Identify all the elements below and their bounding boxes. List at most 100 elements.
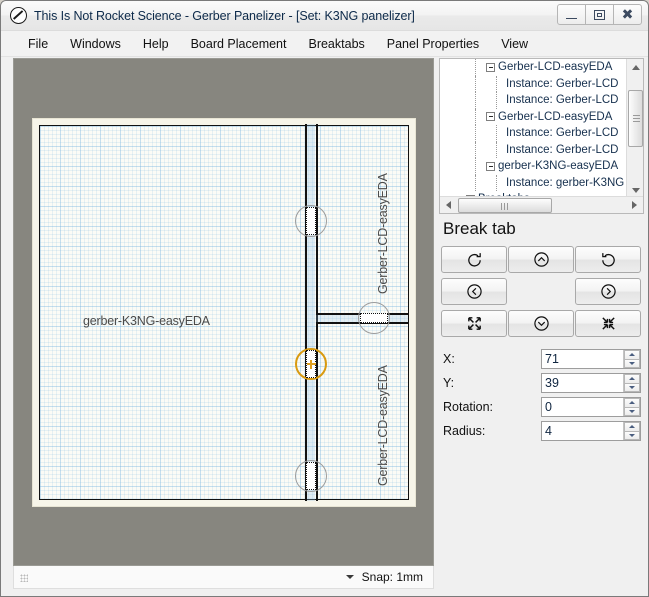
spinner-down-icon xyxy=(629,409,635,413)
radius-value: 4 xyxy=(545,423,552,438)
expand-button[interactable] xyxy=(441,310,507,337)
window-controls: ✖ xyxy=(557,4,642,25)
break-tab-title: Break tab xyxy=(443,219,516,238)
tree-hscroll-thumb[interactable] xyxy=(458,197,552,213)
rotate-clockwise-icon xyxy=(601,253,615,267)
tree-horizontal-scrollbar[interactable] xyxy=(440,196,643,213)
close-button[interactable]: ✖ xyxy=(613,4,642,25)
scroll-left-button[interactable] xyxy=(440,197,457,214)
rotate-ccw-button[interactable] xyxy=(441,246,507,273)
move-down-button[interactable] xyxy=(508,310,574,337)
move-right-button[interactable] xyxy=(575,278,641,305)
y-stepper[interactable] xyxy=(623,373,640,392)
tree-item-leaf[interactable]: Instance: gerber-K3NG xyxy=(440,174,627,191)
tree-item-label: Gerber-LCD-easyEDA xyxy=(498,110,613,123)
x-field[interactable]: 71 xyxy=(541,348,641,369)
window-title: This Is Not Rocket Science - Gerber Pane… xyxy=(34,8,415,23)
menu-item-windows[interactable]: Windows xyxy=(59,34,132,54)
tree-item-label: gerber-K3NG-easyEDA xyxy=(498,160,619,173)
tree-vscroll-thumb[interactable] xyxy=(628,90,643,147)
scroll-right-button[interactable] xyxy=(626,197,643,214)
x-stepper-down[interactable] xyxy=(624,358,640,368)
break-tab-marker-middle-right[interactable] xyxy=(358,302,390,334)
minimize-button[interactable] xyxy=(557,4,586,25)
menu-item-breaktabs[interactable]: Breaktabs xyxy=(297,34,375,54)
shrink-button[interactable] xyxy=(575,310,641,337)
spinner-up-icon xyxy=(629,353,635,356)
tree-item-leaf[interactable]: Instance: Gerber-LCD xyxy=(440,92,627,109)
window-left-edge xyxy=(1,57,11,588)
circle-chevron-up-icon xyxy=(533,252,549,267)
collapse-expander-icon[interactable] xyxy=(486,161,495,171)
break-tab-button-grid xyxy=(441,246,646,337)
x-stepper-up[interactable] xyxy=(624,349,640,359)
collapse-expander-icon[interactable] xyxy=(486,112,495,122)
project-tree-panel[interactable]: Gerber-LCD-easyEDA Instance: Gerber-LCD … xyxy=(439,58,644,214)
resize-grip-icon xyxy=(20,574,28,582)
tree-item-leaf[interactable]: Instance: Gerber-LCD xyxy=(440,141,627,158)
radius-stepper-up[interactable] xyxy=(624,421,640,431)
panel-canvas[interactable]: gerber-K3NG-easyEDA Gerber-LCD-easyEDA G… xyxy=(13,58,434,566)
tree-item-group[interactable]: Gerber-LCD-easyEDA xyxy=(440,59,627,76)
project-tree[interactable]: Gerber-LCD-easyEDA Instance: Gerber-LCD … xyxy=(440,59,627,197)
window-bottom-edge xyxy=(1,588,648,596)
rotation-stepper-down[interactable] xyxy=(624,406,640,416)
break-tab-slot xyxy=(306,207,316,235)
spinner-down-icon xyxy=(629,361,635,365)
x-value: 71 xyxy=(545,351,559,366)
move-up-button[interactable] xyxy=(508,246,574,273)
rotation-stepper[interactable] xyxy=(623,397,640,416)
tree-item-group[interactable]: gerber-K3NG-easyEDA xyxy=(440,158,627,175)
move-left-button[interactable] xyxy=(441,278,507,305)
board-label-k3ng: gerber-K3NG-easyEDA xyxy=(83,314,210,328)
menu-item-file[interactable]: File xyxy=(17,34,59,54)
tree-guide-line xyxy=(475,158,476,175)
y-stepper-down[interactable] xyxy=(624,382,640,392)
collapse-expander-icon[interactable] xyxy=(486,62,495,72)
break-tab-marker-top[interactable] xyxy=(295,205,327,237)
break-tab-marker-selected[interactable] xyxy=(295,348,327,380)
scroll-up-button[interactable] xyxy=(627,59,643,75)
menu-item-view[interactable]: View xyxy=(490,34,539,54)
app-logo-icon xyxy=(10,7,27,24)
rotation-field[interactable]: 0 xyxy=(541,396,641,417)
tree-guide-line xyxy=(475,59,476,76)
tree-guide-line xyxy=(496,125,497,142)
tree-item-leaf[interactable]: Instance: Gerber-LCD xyxy=(440,125,627,142)
rotation-stepper-up[interactable] xyxy=(624,397,640,407)
spinner-up-icon xyxy=(629,401,635,404)
tree-item-leaf[interactable]: Instance: Gerber-LCD xyxy=(440,75,627,92)
maximize-button[interactable] xyxy=(585,4,614,25)
board-label-lcd-bottom: Gerber-LCD-easyEDA xyxy=(376,365,390,486)
board-label-lcd-top: Gerber-LCD-easyEDA xyxy=(376,173,390,294)
canvas-status-bar: Snap: 1mm xyxy=(13,566,434,589)
chevron-down-icon[interactable] xyxy=(345,575,354,579)
tree-item-label: Instance: Gerber-LCD xyxy=(506,143,619,156)
radius-stepper-down[interactable] xyxy=(624,430,640,440)
break-tab-marker-bottom[interactable] xyxy=(295,460,327,492)
close-icon: ✖ xyxy=(621,6,634,23)
y-stepper-up[interactable] xyxy=(624,373,640,383)
grid-spacer xyxy=(508,278,574,305)
tree-item-group[interactable]: Gerber-LCD-easyEDA xyxy=(440,108,627,125)
tree-guide-line xyxy=(496,141,497,158)
menu-item-board-placement[interactable]: Board Placement xyxy=(180,34,298,54)
spinner-up-icon xyxy=(629,377,635,380)
break-tab-slot xyxy=(360,313,388,323)
menu-item-help[interactable]: Help xyxy=(132,34,180,54)
minimize-icon xyxy=(566,12,577,19)
tree-item-label: Instance: gerber-K3NG xyxy=(506,176,625,189)
radius-stepper[interactable] xyxy=(623,421,640,440)
tree-guide-line xyxy=(475,174,476,191)
rotate-cw-button[interactable] xyxy=(575,246,641,273)
panel-grid: gerber-K3NG-easyEDA Gerber-LCD-easyEDA G… xyxy=(39,124,409,501)
field-row-radius: Radius: 4 xyxy=(443,419,646,442)
y-label: Y: xyxy=(443,375,455,390)
x-stepper[interactable] xyxy=(623,349,640,368)
radius-field[interactable]: 4 xyxy=(541,420,641,441)
tree-vertical-scrollbar[interactable] xyxy=(626,59,643,198)
scroll-left-icon xyxy=(446,201,451,209)
y-field[interactable]: 39 xyxy=(541,372,641,393)
scroll-up-icon xyxy=(631,64,640,70)
menu-item-panel-properties[interactable]: Panel Properties xyxy=(376,34,490,54)
